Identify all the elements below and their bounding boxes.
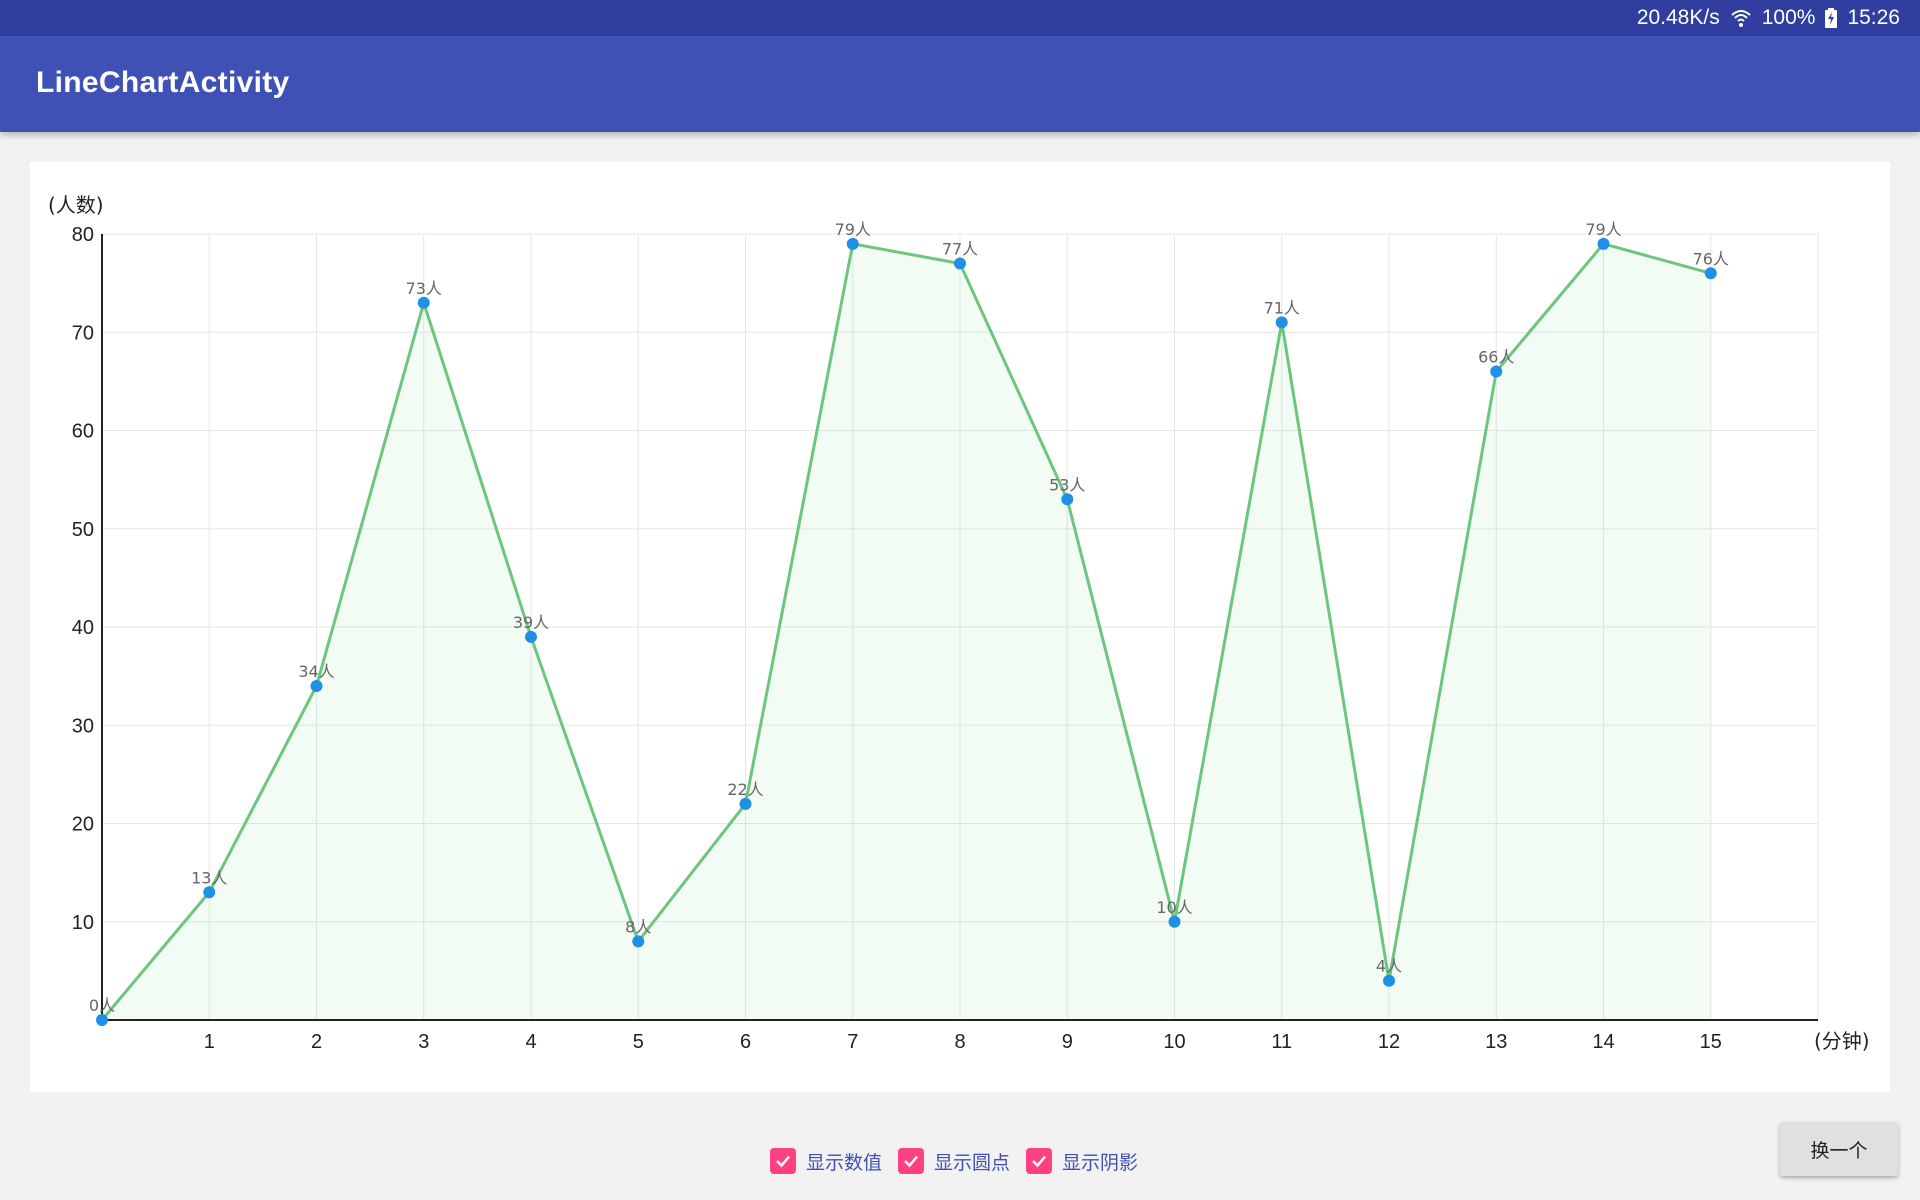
data-point xyxy=(739,797,752,810)
show-values-label: 显示数值 xyxy=(806,1151,883,1174)
data-point xyxy=(1275,316,1288,329)
show-fill-checkbox[interactable]: 显示阴影 xyxy=(1026,1148,1138,1175)
data-point xyxy=(1168,915,1181,928)
y-tick-label: 10 xyxy=(72,912,94,934)
x-tick-label: 12 xyxy=(1378,1031,1400,1053)
chart-card: 10 20 30 40 50 60 70 80 1 2 3 4 5 6 7 8 9 10 11 12 13 14 15 (人数… xyxy=(30,162,1890,1092)
x-tick-label: 3 xyxy=(418,1031,429,1053)
data-label: 53人 xyxy=(1049,475,1085,494)
x-tick-label: 10 xyxy=(1163,1031,1185,1053)
data-label: 76人 xyxy=(1693,249,1729,268)
data-point xyxy=(1383,974,1395,987)
checkbox-checked-icon xyxy=(898,1148,925,1174)
data-label: 34人 xyxy=(298,662,334,681)
checkbox-checked-icon xyxy=(770,1148,796,1174)
battery-percent: 100% xyxy=(1761,6,1816,29)
data-point xyxy=(954,257,966,270)
x-tick-label: 14 xyxy=(1592,1031,1614,1053)
show-values-checkbox[interactable]: 显示数值 xyxy=(770,1148,882,1175)
wifi-icon xyxy=(1731,10,1751,27)
y-tick-label: 80 xyxy=(72,224,94,246)
x-tick-label: 15 xyxy=(1700,1031,1722,1053)
data-label: 22人 xyxy=(727,780,763,799)
x-tick-label: 7 xyxy=(847,1031,858,1053)
data-point xyxy=(310,679,323,692)
y-tick-label: 40 xyxy=(72,617,94,639)
data-label: 71人 xyxy=(1264,298,1300,317)
y-axis-label: (人数) xyxy=(48,193,104,217)
y-tick-label: 20 xyxy=(72,814,94,836)
x-tick-label: 4 xyxy=(525,1031,536,1053)
data-point xyxy=(203,886,216,899)
data-label: 4人 xyxy=(1376,957,1402,976)
data-point xyxy=(632,935,645,948)
app-bar: LineChartActivity xyxy=(0,36,1920,132)
x-tick-label: 11 xyxy=(1271,1031,1292,1053)
x-tick-label: 1 xyxy=(204,1031,215,1053)
battery-charging-icon xyxy=(1825,8,1838,28)
y-tick-label: 30 xyxy=(72,715,94,737)
x-tick-label: 2 xyxy=(311,1031,322,1053)
data-point xyxy=(1704,267,1717,280)
refresh-data-button[interactable]: 换一个 xyxy=(1780,1122,1898,1176)
show-points-label: 显示圆点 xyxy=(934,1151,1011,1174)
x-tick-label: 5 xyxy=(633,1031,644,1053)
data-point xyxy=(1061,493,1074,506)
data-label: 77人 xyxy=(942,239,978,258)
line-chart: 10203040506070801 2 3 4 5 6 7 8 9 10 11 12 13 14 15(人数… xyxy=(48,193,1870,1053)
show-points-checkbox[interactable]: 显示圆点 xyxy=(898,1148,1010,1175)
x-tick-label: 8 xyxy=(954,1031,965,1053)
data-point xyxy=(96,1014,108,1026)
data-label: 39人 xyxy=(513,613,549,632)
data-label: 79人 xyxy=(835,220,871,239)
data-point xyxy=(525,630,537,643)
data-label: 73人 xyxy=(406,279,442,298)
data-point xyxy=(846,237,859,250)
chart-options: 显示数值 显示圆点 显示阴影 xyxy=(770,1146,1138,1176)
data-label: 0人 xyxy=(89,996,115,1015)
area-fill xyxy=(102,243,1711,1020)
data-label: 66人 xyxy=(1478,348,1514,367)
x-tick-label: 6 xyxy=(740,1031,751,1053)
data-point xyxy=(1490,365,1503,378)
x-axis-label: (分钟) xyxy=(1814,1029,1870,1053)
page-title: LineChartActivity xyxy=(36,66,290,99)
x-tick-label: 9 xyxy=(1062,1031,1073,1053)
show-fill-label: 显示阴影 xyxy=(1062,1151,1139,1174)
data-label: 13人 xyxy=(191,868,227,887)
y-tick-label: 50 xyxy=(72,519,94,541)
y-tick-label: 70 xyxy=(72,322,94,344)
data-label: 79人 xyxy=(1585,220,1621,239)
data-point xyxy=(1597,237,1610,250)
data-label: 8人 xyxy=(625,917,651,936)
data-point xyxy=(417,296,430,309)
x-tick-label: 13 xyxy=(1485,1031,1507,1053)
y-tick-label: 60 xyxy=(72,421,94,443)
clock: 15:26 xyxy=(1847,6,1900,29)
network-speed: 20.48K/s xyxy=(1636,6,1720,29)
checkbox-checked-icon xyxy=(1026,1148,1053,1174)
data-label: 10人 xyxy=(1156,898,1192,917)
status-bar: 20.48K/s 100% 15:26 xyxy=(0,0,1920,36)
